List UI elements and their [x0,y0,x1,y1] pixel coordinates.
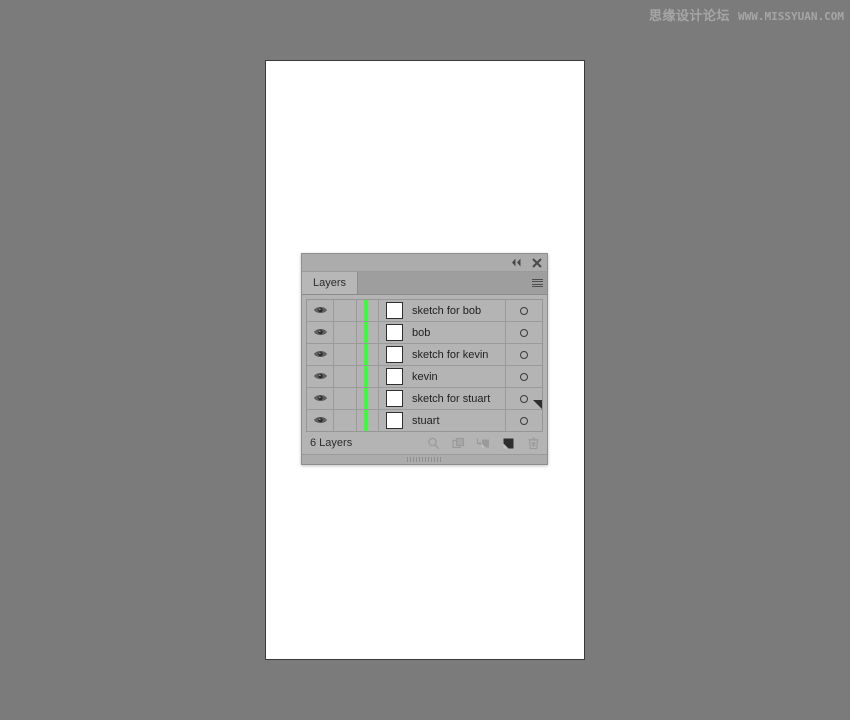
layer-name[interactable]: stuart [410,410,506,431]
layers-list-wrapper: sketch for bob bob sketch for kevin kevin sk… [302,295,547,432]
table-row[interactable]: stuart [307,410,542,431]
color-strip [364,300,368,321]
target-ring-icon [520,350,528,359]
thumbnail-box [386,302,403,319]
layer-lock-toggle[interactable] [334,388,357,409]
layer-target-circle[interactable] [506,344,542,365]
panel-tabbar: Layers [302,272,547,295]
panel-titlebar [302,254,547,272]
panel-resize-grip[interactable] [533,400,542,409]
layer-thumbnail[interactable] [379,322,410,343]
thumbnail-box [386,368,403,385]
collapse-panel-icon[interactable] [511,257,522,268]
layer-target-circle[interactable] [506,322,542,343]
layer-name[interactable]: sketch for kevin [410,344,506,365]
layer-thumbnail[interactable] [379,344,410,365]
layer-visibility-toggle[interactable] [307,322,334,343]
locate-object-icon[interactable] [426,436,440,450]
delete-layer-icon[interactable] [526,436,540,450]
table-row[interactable]: sketch for stuart [307,388,542,410]
table-row[interactable]: kevin [307,366,542,388]
layer-thumbnail[interactable] [379,388,410,409]
layer-visibility-toggle[interactable] [307,410,334,431]
create-new-layer-icon[interactable] [501,436,515,450]
layers-panel: Layers sketch for bob bob sketch for kevin… [301,253,548,465]
target-ring-icon [520,306,528,315]
layer-color-indicator [357,366,379,387]
eye-icon [313,368,328,386]
watermark-chinese-text: 思缘设计论坛 [649,9,731,24]
panel-drag-handle[interactable] [302,454,547,464]
table-row[interactable]: sketch for kevin [307,344,542,366]
eye-icon [313,412,328,430]
layer-color-indicator [357,344,379,365]
color-strip [364,410,368,431]
target-ring-icon [520,394,528,403]
layer-name[interactable]: sketch for stuart [410,388,506,409]
layer-thumbnail[interactable] [379,300,410,321]
panel-menu-button[interactable] [527,272,547,294]
layer-visibility-toggle[interactable] [307,300,334,321]
layer-color-indicator [357,388,379,409]
color-strip [364,388,368,409]
make-clipping-mask-icon[interactable] [451,436,465,450]
close-icon[interactable] [531,257,542,268]
footer-tools [426,436,540,450]
thumbnail-box [386,346,403,363]
layer-color-indicator [357,300,379,321]
layer-lock-toggle[interactable] [334,344,357,365]
target-ring-icon [520,416,528,425]
layers-list[interactable]: sketch for bob bob sketch for kevin kevin sk… [306,299,543,432]
target-ring-icon [520,372,528,381]
layer-visibility-toggle[interactable] [307,344,334,365]
create-new-sublayer-icon[interactable] [476,436,490,450]
color-strip [364,344,368,365]
layer-visibility-toggle[interactable] [307,366,334,387]
eye-icon [313,346,328,364]
layer-lock-toggle[interactable] [334,410,357,431]
hamburger-menu-icon [531,278,543,288]
layer-color-indicator [357,410,379,431]
target-ring-icon [520,328,528,337]
tab-layers[interactable]: Layers [302,272,359,294]
panel-footer: 6 Layers [302,432,547,454]
layer-visibility-toggle[interactable] [307,388,334,409]
color-strip [364,366,368,387]
layer-name[interactable]: bob [410,322,506,343]
layer-count-label: 6 Layers [310,437,353,449]
table-row[interactable]: bob [307,322,542,344]
tabbar-spacer [358,272,527,294]
eye-icon [313,302,328,320]
thumbnail-box [386,412,403,429]
layer-lock-toggle[interactable] [334,322,357,343]
layer-thumbnail[interactable] [379,410,410,431]
watermark: 思缘设计论坛 WWW.MISSYUAN.COM [649,10,844,23]
drag-grip-dots [406,457,443,462]
layer-thumbnail[interactable] [379,366,410,387]
layer-name[interactable]: kevin [410,366,506,387]
color-strip [364,322,368,343]
watermark-url-text: WWW.MISSYUAN.COM [738,10,844,23]
layer-target-circle[interactable] [506,410,542,431]
eye-icon [313,324,328,342]
thumbnail-box [386,324,403,341]
tab-layers-label: Layers [313,277,347,289]
layer-target-circle[interactable] [506,366,542,387]
layer-name[interactable]: sketch for bob [410,300,506,321]
layer-color-indicator [357,322,379,343]
layer-target-circle[interactable] [506,300,542,321]
layer-lock-toggle[interactable] [334,366,357,387]
thumbnail-box [386,390,403,407]
layer-lock-toggle[interactable] [334,300,357,321]
table-row[interactable]: sketch for bob [307,300,542,322]
eye-icon [313,390,328,408]
